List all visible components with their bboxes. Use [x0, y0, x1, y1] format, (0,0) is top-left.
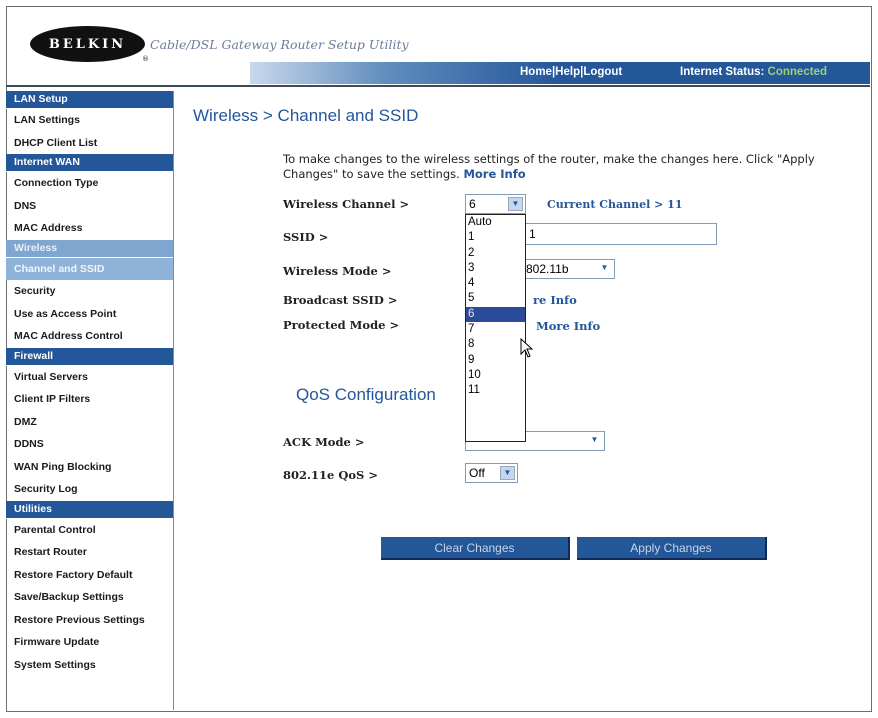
- registered-mark: ®: [142, 55, 149, 63]
- chevron-down-icon: ▼: [597, 262, 612, 276]
- sidebar-item-parental-control[interactable]: Parental Control: [6, 519, 173, 542]
- wireless-mode-value: 802.11b: [526, 262, 569, 276]
- wmm-qos-select[interactable]: Off ▼: [465, 463, 518, 483]
- channel-option[interactable]: 1: [466, 230, 525, 245]
- utility-title: Cable/DSL Gateway Router Setup Utility: [150, 37, 409, 52]
- sidebar-item-system-settings[interactable]: System Settings: [6, 654, 173, 677]
- sidebar-section-firewall[interactable]: Firewall: [6, 347, 173, 366]
- sidebar-item-dmz[interactable]: DMZ: [6, 411, 173, 434]
- sidebar-item-firmware-update[interactable]: Firmware Update: [6, 631, 173, 654]
- page-title: Wireless > Channel and SSID: [193, 106, 419, 125]
- chevron-down-icon: ▼: [587, 434, 602, 448]
- ssid-label: SSID >: [283, 230, 329, 244]
- wireless-channel-value: 6: [469, 197, 476, 211]
- sidebar-item-channel-and-ssid[interactable]: Channel and SSID: [6, 257, 173, 280]
- sidebar-item-ddns[interactable]: DDNS: [6, 433, 173, 456]
- sidebar-item-dhcp-client-list[interactable]: DHCP Client List: [6, 132, 173, 155]
- channel-option[interactable]: 2: [466, 246, 525, 261]
- broadcast-ssid-label: Broadcast SSID >: [283, 293, 398, 307]
- channel-option[interactable]: 11: [466, 383, 525, 398]
- wireless-mode-label: Wireless Mode >: [283, 264, 392, 278]
- qos-section-title: QoS Configuration: [296, 385, 436, 404]
- header-divider: [6, 85, 870, 87]
- ssid-value: 1: [529, 227, 536, 241]
- protected-mode-more-info[interactable]: More Info: [536, 319, 600, 333]
- intro-body: To make changes to the wireless settings…: [283, 152, 815, 181]
- channel-option[interactable]: 3: [466, 261, 525, 276]
- sidebar-item-dns[interactable]: DNS: [6, 195, 173, 218]
- channel-option[interactable]: 4: [466, 276, 525, 291]
- apply-changes-button[interactable]: Apply Changes: [577, 537, 767, 560]
- chevron-down-icon: ▼: [508, 197, 523, 211]
- intro-text: To make changes to the wireless settings…: [283, 152, 858, 182]
- internet-status-value: Connected: [767, 66, 827, 78]
- channel-option[interactable]: 9: [466, 353, 525, 368]
- sidebar-section-lan-setup[interactable]: LAN Setup: [6, 91, 173, 109]
- channel-option[interactable]: Auto: [466, 215, 525, 230]
- sidebar-item-mac-address[interactable]: MAC Address: [6, 217, 173, 240]
- current-channel: Current Channel > 11: [547, 198, 683, 211]
- chevron-down-icon: ▼: [500, 466, 515, 480]
- sidebar-item-mac-address-control[interactable]: MAC Address Control: [6, 325, 173, 348]
- channel-option[interactable]: 10: [466, 368, 525, 383]
- wmm-qos-label: 802.11e QoS >: [283, 468, 378, 482]
- sidebar-section-internet-wan[interactable]: Internet WAN: [6, 154, 173, 172]
- sidebar-item-connection-type[interactable]: Connection Type: [6, 172, 173, 195]
- wmm-qos-value: Off: [469, 466, 485, 480]
- sidebar-item-save-backup-settings[interactable]: Save/Backup Settings: [6, 586, 173, 609]
- channel-option[interactable]: 5: [466, 291, 525, 306]
- sidebar-item-restart-router[interactable]: Restart Router: [6, 541, 173, 564]
- more-info-link[interactable]: More Info: [463, 167, 525, 181]
- wireless-channel-label: Wireless Channel >: [283, 197, 410, 211]
- sidebar-item-access-point[interactable]: Use as Access Point: [6, 303, 173, 326]
- sidebar-item-security[interactable]: Security: [6, 280, 173, 303]
- sidebar-item-lan-settings[interactable]: LAN Settings: [6, 109, 173, 132]
- sidebar-item-client-ip-filters[interactable]: Client IP Filters: [6, 388, 173, 411]
- broadcast-ssid-more-info[interactable]: re Info: [533, 293, 577, 307]
- sidebar-item-restore-factory-default[interactable]: Restore Factory Default: [6, 564, 173, 587]
- internet-status-label: Internet Status:: [680, 66, 765, 78]
- wireless-channel-select[interactable]: 6 ▼: [465, 194, 526, 214]
- logout-link[interactable]: Logout: [583, 66, 622, 78]
- home-link[interactable]: Home: [520, 66, 552, 78]
- sidebar-section-utilities[interactable]: Utilities: [6, 500, 173, 519]
- channel-option[interactable]: 7: [466, 322, 525, 337]
- protected-mode-label: Protected Mode >: [283, 318, 400, 332]
- channel-option[interactable]: 8: [466, 337, 525, 352]
- channel-option[interactable]: 6: [466, 306, 525, 323]
- top-nav-bar: Home|Help|Logout Internet Status: Connec…: [250, 62, 870, 84]
- mouse-cursor-icon: [520, 338, 534, 358]
- ack-mode-label: ACK Mode >: [283, 435, 365, 449]
- channel-dropdown-list[interactable]: Auto 1 2 3 4 5 6 7 8 9 10 11: [465, 214, 526, 442]
- sidebar-item-wan-ping-blocking[interactable]: WAN Ping Blocking: [6, 456, 173, 479]
- sidebar-item-restore-previous-settings[interactable]: Restore Previous Settings: [6, 609, 173, 632]
- clear-changes-button[interactable]: Clear Changes: [381, 537, 570, 560]
- belkin-logo: BELKIN: [30, 26, 145, 62]
- sidebar-item-security-log[interactable]: Security Log: [6, 478, 173, 501]
- help-link[interactable]: Help: [555, 66, 580, 78]
- internet-status: Internet Status: Connected: [680, 66, 827, 78]
- sidebar-item-virtual-servers[interactable]: Virtual Servers: [6, 366, 173, 389]
- sidebar-section-wireless[interactable]: Wireless: [6, 239, 173, 258]
- sidebar-nav: LAN Setup LAN Settings DHCP Client List …: [6, 91, 174, 710]
